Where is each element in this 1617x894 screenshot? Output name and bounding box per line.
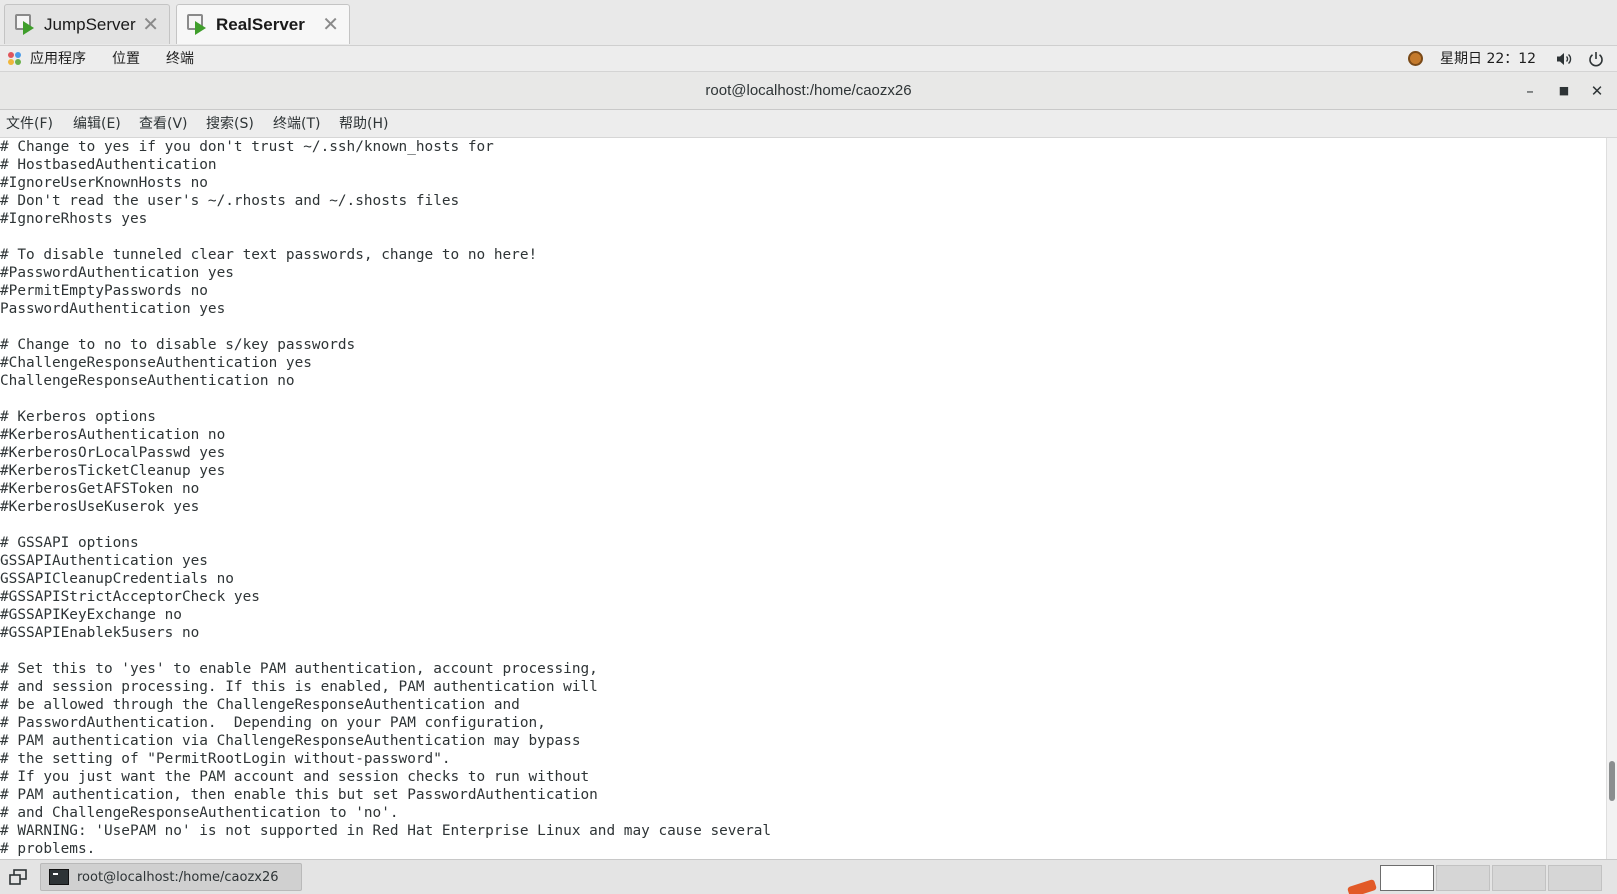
menu-file[interactable]: 文件(F) (6, 115, 53, 133)
places-menu[interactable]: 位置 (112, 50, 140, 68)
terminal-line: GSSAPIAuthentication yes (0, 553, 208, 569)
terminal-line: # GSSAPI options (0, 535, 139, 551)
workspace-2[interactable] (1436, 865, 1490, 891)
terminal-line: #GSSAPIEnablek5users no (0, 625, 200, 641)
window-title-bar[interactable]: root@localhost:/home/caozx26 – ■ ✕ (0, 72, 1617, 110)
applications-menu[interactable]: 应用程序 (30, 50, 86, 68)
terminal-line: #GSSAPIStrictAcceptorCheck yes (0, 589, 260, 605)
terminal-line: #GSSAPIKeyExchange no (0, 607, 182, 623)
gnome-top-bar: 应用程序 位置 终端 星期日 22：12 (0, 46, 1617, 72)
terminal-line: ChallengeResponseAuthentication no (0, 373, 295, 389)
power-icon[interactable] (1588, 51, 1604, 67)
terminal-line: # HostbasedAuthentication (0, 157, 217, 173)
terminal-line: # PAM authentication, then enable this b… (0, 787, 598, 803)
terminal-line: # If you just want the PAM account and s… (0, 769, 590, 785)
terminal-line: #KerberosGetAFSToken no (0, 481, 200, 497)
terminal-line: #KerberosAuthentication no (0, 427, 226, 443)
terminal-line: # the setting of "PermitRootLogin withou… (0, 751, 451, 767)
close-icon[interactable]: ✕ (322, 14, 339, 34)
terminal-menu[interactable]: 终端 (166, 50, 194, 68)
scrollbar-thumb[interactable] (1609, 761, 1615, 801)
tab-label: JumpServer (44, 14, 136, 34)
vm-play-icon (187, 13, 209, 36)
workspace-3[interactable] (1492, 865, 1546, 891)
terminal-line: # Set this to 'yes' to enable PAM authen… (0, 661, 598, 677)
terminal-line: #IgnoreRhosts yes (0, 211, 148, 227)
taskbar-window-label: root@localhost:/home/caozx26 (77, 869, 279, 885)
menu-view[interactable]: 查看(V) (139, 115, 188, 133)
terminal-line: #ChallengeResponseAuthentication yes (0, 355, 312, 371)
tab-jumpserver[interactable]: JumpServer ✕ (4, 4, 170, 44)
menu-edit[interactable]: 编辑(E) (73, 115, 121, 133)
close-icon[interactable]: ✕ (142, 14, 159, 34)
terminal-line: PasswordAuthentication yes (0, 301, 226, 317)
terminal-line: # To disable tunneled clear text passwor… (0, 247, 538, 263)
menu-terminal[interactable]: 终端(T) (273, 115, 320, 133)
volume-icon[interactable] (1556, 52, 1572, 66)
terminal-line: # PasswordAuthentication. Depending on y… (0, 715, 546, 731)
terminal-menubar: 文件(F) 编辑(E) 查看(V) 搜索(S) 终端(T) 帮助(H) (0, 110, 1617, 138)
terminal-output[interactable]: # Change to yes if you don't trust ~/.ss… (0, 138, 1606, 859)
terminal-line: # Change to no to disable s/key password… (0, 337, 356, 353)
terminal-line: #PermitEmptyPasswords no (0, 283, 208, 299)
menu-help[interactable]: 帮助(H) (339, 115, 388, 133)
vm-play-icon (15, 13, 37, 36)
terminal-line: # be allowed through the ChallengeRespon… (0, 697, 520, 713)
terminal-line: # and ChallengeResponseAuthentication to… (0, 805, 399, 821)
tab-label: RealServer (216, 14, 305, 34)
clock[interactable]: 星期日 22：12 (1440, 50, 1536, 68)
close-icon[interactable]: ✕ (1587, 81, 1607, 101)
terminal-line: # and session processing. If this is ena… (0, 679, 598, 695)
menu-search[interactable]: 搜索(S) (206, 115, 254, 133)
terminal-scrollbar[interactable] (1606, 138, 1617, 859)
terminal-line: GSSAPICleanupCredentials no (0, 571, 234, 587)
terminal-line: # PAM authentication via ChallengeRespon… (0, 733, 581, 749)
workspace-1[interactable] (1380, 865, 1434, 891)
terminal-line: #PasswordAuthentication yes (0, 265, 234, 281)
taskbar-window-button[interactable]: root@localhost:/home/caozx26 (40, 863, 302, 891)
terminal-icon (49, 869, 69, 885)
show-desktop-icon[interactable] (8, 868, 28, 886)
terminal-line: #KerberosOrLocalPasswd yes (0, 445, 226, 461)
window-title: root@localhost:/home/caozx26 (705, 82, 912, 99)
tab-realserver[interactable]: RealServer ✕ (176, 4, 350, 44)
terminal-line: # Change to yes if you don't trust ~/.ss… (0, 139, 494, 155)
terminal-line: #KerberosTicketCleanup yes (0, 463, 226, 479)
maximize-icon[interactable]: ■ (1554, 81, 1574, 101)
vm-tab-strip: JumpServer ✕ RealServer ✕ (0, 0, 1617, 46)
terminal-line: # Kerberos options (0, 409, 156, 425)
status-icon[interactable] (1408, 51, 1423, 66)
applications-icon[interactable] (8, 52, 22, 66)
minimize-icon[interactable]: – (1520, 81, 1540, 101)
terminal-line: # Don't read the user's ~/.rhosts and ~/… (0, 193, 460, 209)
terminal-line: #IgnoreUserKnownHosts no (0, 175, 208, 191)
terminal-line: # problems. (0, 841, 96, 857)
workspace-4[interactable] (1548, 865, 1602, 891)
terminal-line: # WARNING: 'UsePAM no' is not supported … (0, 823, 772, 839)
terminal-line: #KerberosUseKuserok yes (0, 499, 200, 515)
